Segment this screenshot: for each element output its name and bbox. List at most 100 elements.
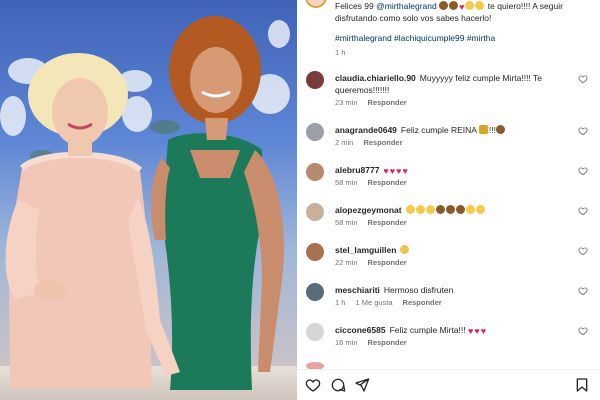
heart-emoji: ♥ [474,326,480,336]
comment-item: anagrande0649 Feliz cumple REINA !!! 2 mi… [297,123,600,164]
comment-username[interactable]: alopezgeymonat [335,205,402,215]
comment-time: 1 h [335,298,346,307]
comment-time: 58 min [335,178,358,187]
comment-text: Feliz cumple REINA [400,125,477,135]
comment-like-icon[interactable] [578,326,588,336]
smile-emoji [405,205,415,214]
comments-panel: Felices 99 @mirthalegrand ♥ te quiero!!!… [297,0,600,400]
comment-item: alopezgeymonat 58 min Responder [297,203,600,244]
comment-item: ciccone6585 Feliz cumple Mirta!!! ♥♥♥ 16 … [297,323,600,364]
comment-body: meschiariti Hermoso disfruten [335,284,575,296]
instagram-post: Felices 99 @mirthalegrand ♥ te quiero!!!… [0,0,600,400]
commenter-avatar[interactable] [306,243,324,261]
heart-emoji: ♥ [468,326,474,336]
comment-like-icon[interactable] [578,74,588,84]
comment-like-icon[interactable] [578,166,588,176]
commenter-avatar[interactable] [306,123,324,141]
comment-like-icon[interactable] [578,126,588,136]
cake-emoji [439,1,449,10]
commenter-avatar[interactable] [306,203,324,221]
post-caption: Felices 99 @mirthalegrand ♥ te quiero!!!… [297,0,600,62]
heart-emoji: ♥ [396,166,402,176]
comment-exclaim: !!! [488,125,496,135]
reply-button[interactable]: Responder [368,98,407,107]
comment-time: 16 min [335,338,358,347]
comment-item: claudia.chiariello.90 Muyyyyy feliz cumpl… [297,71,600,112]
comment-meta: 23 min Responder [335,98,417,107]
caption-mention-link[interactable]: @mirthalegrand [376,1,437,11]
comment-item: meschiariti Hermoso disfruten 1 h 1 Me gus… [297,283,600,324]
crown-emoji [478,125,488,134]
heart-icon[interactable] [305,377,321,393]
comment-body: anagrande0649 Feliz cumple REINA !!! [335,124,575,136]
caption-line1: Felices 99 [335,1,377,11]
smile-emoji [475,1,485,10]
smile-emoji [475,205,485,214]
reply-button[interactable]: Responder [403,298,442,307]
comment-body: stel_lamguillen [335,244,575,256]
comment-body: ciccone6585 Feliz cumple Mirta!!! ♥♥♥ [335,324,575,336]
author-avatar[interactable] [305,0,327,8]
comment-meta: 2 min Responder [335,138,413,147]
clap-emoji [400,245,410,254]
heart-emoji: ♥ [459,2,465,12]
comment-icon[interactable] [330,377,346,393]
people-illustration [5,16,284,391]
cake-emoji [449,1,459,10]
comment-text: Feliz cumple Mirta!!! [389,325,466,335]
reply-button[interactable]: Responder [368,258,407,267]
comment-username[interactable]: ciccone6585 [335,325,386,335]
heart-emoji: ♥ [402,166,408,176]
comment-meta: 58 min Responder [335,178,417,187]
rainbow-emoji [465,1,475,10]
comment-username[interactable]: meschiariti [335,285,380,295]
caption-text: Felices 99 @mirthalegrand ♥ te quiero!!!… [335,0,591,24]
comment-body: alebru8777 ♥♥♥♥ [335,164,575,176]
comment-meta: 16 min Responder [335,338,417,347]
comment-username[interactable]: stel_lamguillen [335,245,396,255]
comment-like-icon[interactable] [578,246,588,256]
reply-button[interactable]: Responder [368,218,407,227]
smile-emoji [465,205,475,214]
reply-button[interactable]: Responder [363,138,402,147]
share-icon[interactable] [354,377,370,393]
comment-meta: 22 min Responder [335,258,417,267]
comment-item: stel_lamguillen 22 min Responder [297,243,600,284]
heart-emoji: ♥ [383,166,389,176]
comment-username[interactable]: alebru8777 [335,165,379,175]
commenter-avatar[interactable] [306,283,324,301]
comment-time: 23 min [335,98,358,107]
commenter-avatar[interactable] [306,71,324,89]
comment-body: claudia.chiariello.90 Muyyyyy feliz cumpl… [335,72,575,96]
comment-username[interactable]: claudia.chiariello.90 [335,73,416,83]
bookmark-icon[interactable] [574,377,590,393]
cake-emoji [455,205,465,214]
comment-username[interactable]: anagrande0649 [335,125,397,135]
comment-text: Hermoso disfruten [383,285,454,295]
smile-emoji [425,205,435,214]
caption-hashtags[interactable]: #mirthalegrand #lachiquicumple99 #mirtha [335,33,495,43]
cake-emoji [435,205,445,214]
post-photo[interactable] [0,0,297,400]
comment-time: 2 min [335,138,354,147]
caption-time: 1 h [335,48,346,57]
commenter-avatar[interactable] [306,323,324,341]
comment-like-icon[interactable] [578,286,588,296]
comment-time: 58 min [335,218,358,227]
heart-emoji: ♥ [480,326,487,336]
comment-meta: 58 min Responder [335,218,417,227]
comment-likes[interactable]: 1 Me gusta [355,298,392,307]
reply-button[interactable]: Responder [368,338,407,347]
comment-item: alebru8777 ♥♥♥♥ 58 min Responder [297,163,600,204]
post-action-bar [297,369,600,400]
smile-emoji [415,205,425,214]
cake-emoji [495,125,505,134]
comment-like-icon[interactable] [578,206,588,216]
comment-body: alopezgeymonat [335,204,575,216]
comment-time: 22 min [335,258,358,267]
commenter-avatar[interactable] [306,163,324,181]
reply-button[interactable]: Responder [368,178,407,187]
cake-emoji [445,205,455,214]
heart-emoji: ♥ [389,166,396,176]
comment-meta: 1 h 1 Me gusta Responder [335,298,452,307]
